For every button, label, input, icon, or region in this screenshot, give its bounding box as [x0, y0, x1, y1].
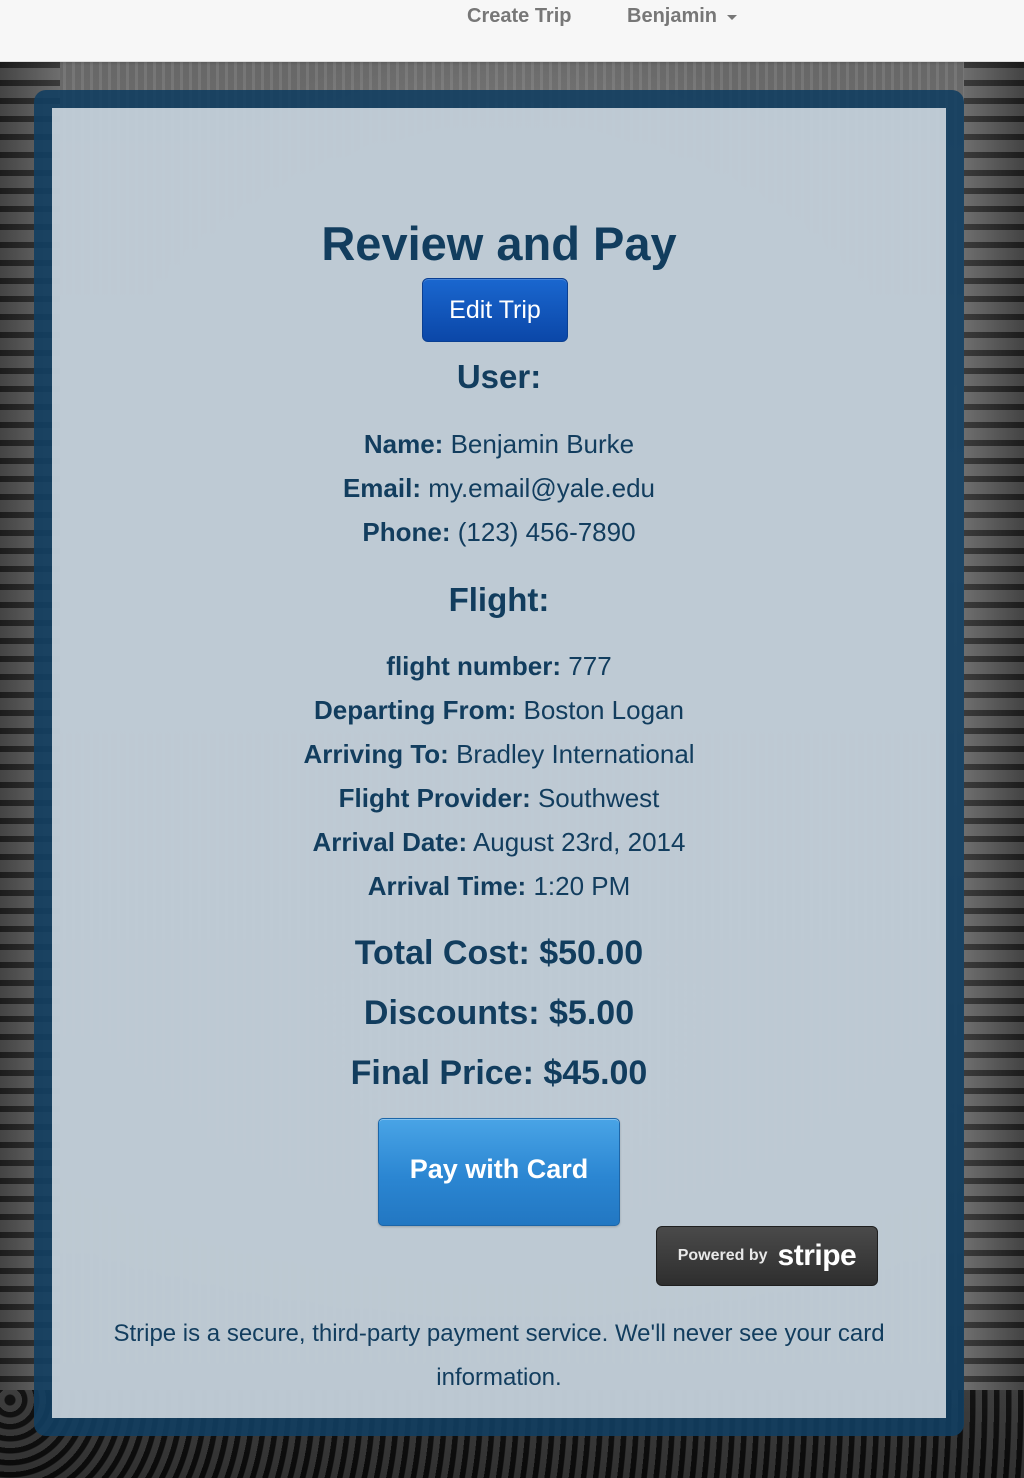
arrival-date-value: August 23rd, 2014 [472, 827, 686, 857]
flight-number-label: flight number: [386, 651, 562, 681]
page-title: Review and Pay [321, 217, 677, 270]
arrival-time-value: 1:20 PM [533, 871, 631, 901]
nav-create-trip-link[interactable]: Create Trip [467, 4, 571, 28]
user-email-value: my.email@yale.edu [428, 473, 656, 503]
flight-number-line: flight number: 777 [52, 650, 946, 682]
user-email-label: Email: [342, 473, 421, 503]
stripe-powered-by-text: Powered by [677, 1247, 768, 1264]
stripe-logo: stripe [777, 1239, 857, 1272]
flight-number-value: 777 [568, 651, 612, 681]
arrival-time-label: Arrival Time: [367, 871, 527, 901]
arriving-to-value: Bradley International [456, 739, 695, 769]
stripe-disclaimer: Stripe is a secure, third-party payment … [113, 1320, 885, 1391]
departing-from-value: Boston Logan [523, 695, 684, 725]
edit-trip-button[interactable]: Edit Trip [422, 278, 568, 342]
user-phone-value: (123) 456-7890 [457, 517, 636, 547]
background-balcony-right [964, 62, 1024, 1478]
arrival-time-line: Arrival Time: 1:20 PM [52, 870, 946, 902]
final-price: Final Price: $45.00 [350, 1054, 648, 1092]
departing-from-line: Departing From: Boston Logan [52, 694, 946, 726]
flight-provider-value: Southwest [537, 783, 660, 813]
arriving-to-line: Arriving To: Bradley International [52, 738, 946, 770]
review-panel: Review and Pay Edit Trip User: Name: Ben… [52, 108, 946, 1418]
powered-by-stripe-badge[interactable]: Powered by stripe [656, 1226, 878, 1286]
caret-down-icon [727, 14, 738, 20]
user-email-line: Email: my.email@yale.edu [52, 472, 946, 504]
arrival-date-line: Arrival Date: August 23rd, 2014 [52, 826, 946, 858]
user-name-value: Benjamin Burke [450, 429, 635, 459]
total-cost: Total Cost: $50.00 [354, 934, 644, 972]
arriving-to-label: Arriving To: [303, 739, 449, 769]
arrival-date-label: Arrival Date: [312, 827, 468, 857]
nav-user-menu[interactable]: Benjamin [627, 4, 738, 28]
user-phone-line: Phone: (123) 456-7890 [52, 516, 946, 548]
pay-with-card-button[interactable]: Pay with Card [378, 1118, 620, 1226]
user-name-label: Name: [363, 429, 444, 459]
flight-section-heading: Flight: [448, 581, 550, 618]
nav-user-menu-label: Benjamin [627, 5, 718, 27]
user-section-heading: User: [456, 358, 542, 395]
flight-provider-label: Flight Provider: [338, 783, 531, 813]
top-navbar: Create Trip Benjamin [0, 0, 1024, 62]
departing-from-label: Departing From: [314, 695, 517, 725]
flight-provider-line: Flight Provider: Southwest [52, 782, 946, 814]
user-name-line: Name: Benjamin Burke [52, 428, 946, 460]
discounts: Discounts: $5.00 [363, 994, 635, 1032]
user-phone-label: Phone: [362, 517, 451, 547]
